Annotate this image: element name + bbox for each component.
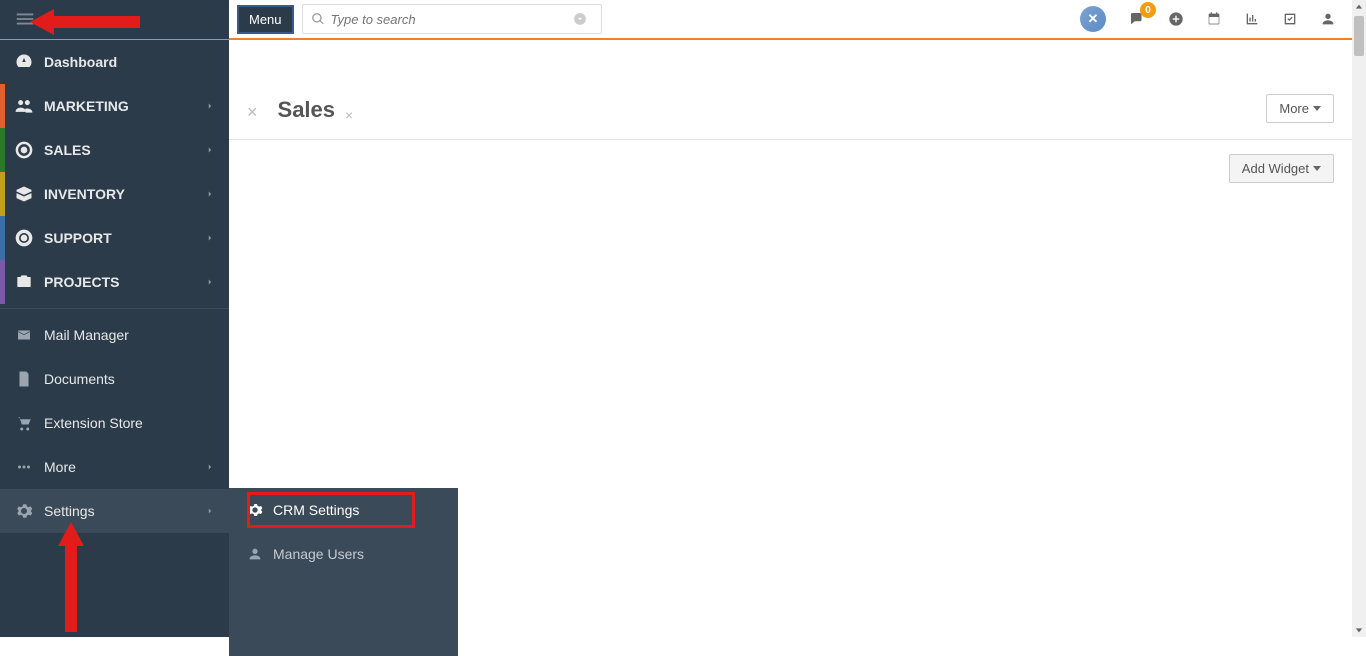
toolbar-row: Add Widget xyxy=(229,140,1352,197)
topbar-right: ✕ 0 xyxy=(1080,6,1352,32)
submenu-item-manage-users[interactable]: Manage Users xyxy=(229,532,458,576)
sidebar-label: INVENTORY xyxy=(44,186,205,202)
ellipsis-icon xyxy=(14,457,34,477)
lifering-icon xyxy=(14,228,34,248)
chevron-right-icon xyxy=(205,277,215,287)
sidebar: Dashboard MARKETING SALES INVENTORY SUPP… xyxy=(0,40,229,637)
sidebar-item-inventory[interactable]: INVENTORY xyxy=(0,172,229,216)
checkbox-icon[interactable] xyxy=(1282,11,1298,27)
boxes-icon xyxy=(14,184,34,204)
scrollbar[interactable] xyxy=(1352,0,1366,637)
accent-bar xyxy=(0,260,5,304)
topbar-main: Menu xyxy=(229,4,1080,34)
sidebar-item-sales[interactable]: SALES xyxy=(0,128,229,172)
sidebar-label: PROJECTS xyxy=(44,274,205,290)
scroll-up-icon[interactable] xyxy=(1352,0,1366,14)
sidebar-label: More xyxy=(44,459,205,475)
sidebar-label: MARKETING xyxy=(44,98,205,114)
target-icon xyxy=(14,140,34,160)
sidebar-item-settings[interactable]: Settings xyxy=(0,489,229,533)
sidebar-label: Dashboard xyxy=(44,54,215,70)
submenu-item-crm-settings[interactable]: CRM Settings xyxy=(229,488,458,532)
sidebar-item-support[interactable]: SUPPORT xyxy=(0,216,229,260)
more-label: More xyxy=(1279,101,1309,116)
sidebar-label: Settings xyxy=(44,503,205,519)
scroll-down-icon[interactable] xyxy=(1352,623,1366,637)
chevron-right-icon xyxy=(205,506,215,516)
scroll-thumb[interactable] xyxy=(1354,16,1364,56)
accent-bar xyxy=(0,172,5,216)
sidebar-label: SALES xyxy=(44,142,205,158)
sidebar-item-projects[interactable]: PROJECTS xyxy=(0,260,229,304)
sidebar-label: Mail Manager xyxy=(44,327,215,343)
caret-down-icon xyxy=(1313,106,1321,111)
mail-icon xyxy=(14,325,34,345)
page-header: × Sales × More xyxy=(229,40,1352,140)
chevron-right-icon xyxy=(205,233,215,243)
gauge-icon xyxy=(14,52,34,72)
sidebar-item-more[interactable]: More xyxy=(0,445,229,489)
accent-bar xyxy=(0,216,5,260)
gear-icon xyxy=(14,501,34,521)
calendar-icon[interactable] xyxy=(1206,11,1222,27)
briefcase-icon xyxy=(14,272,34,292)
more-button[interactable]: More xyxy=(1266,94,1334,123)
notification-badge: 0 xyxy=(1140,2,1156,18)
sidebar-label: Extension Store xyxy=(44,415,215,431)
menu-button[interactable]: Menu xyxy=(237,5,294,34)
sidebar-divider xyxy=(0,308,229,309)
chat-icon[interactable]: 0 xyxy=(1128,10,1146,28)
topbar: Menu ✕ 0 xyxy=(0,0,1352,40)
chart-icon[interactable] xyxy=(1244,11,1260,27)
user-icon xyxy=(247,546,263,562)
add-widget-label: Add Widget xyxy=(1242,161,1309,176)
sidebar-item-dashboard[interactable]: Dashboard xyxy=(0,40,229,84)
sidebar-label: SUPPORT xyxy=(44,230,205,246)
user-icon[interactable] xyxy=(1320,11,1336,27)
sidebar-item-mail[interactable]: Mail Manager xyxy=(0,313,229,357)
logo-icon[interactable]: ✕ xyxy=(1080,6,1106,32)
add-widget-button[interactable]: Add Widget xyxy=(1229,154,1334,183)
close-icon[interactable]: × xyxy=(247,102,258,123)
sidebar-item-marketing[interactable]: MARKETING xyxy=(0,84,229,128)
chevron-right-icon xyxy=(205,101,215,111)
search-input[interactable] xyxy=(331,12,573,27)
sidebar-label: Documents xyxy=(44,371,215,387)
chevron-right-icon xyxy=(205,189,215,199)
cart-icon xyxy=(14,413,34,433)
document-icon xyxy=(14,369,34,389)
submenu-label: Manage Users xyxy=(273,546,364,562)
users-icon xyxy=(14,96,34,116)
accent-bar xyxy=(0,84,5,128)
sidebar-header xyxy=(0,0,229,39)
gear-icon xyxy=(247,502,263,518)
chevron-right-icon xyxy=(205,145,215,155)
caret-down-icon xyxy=(1313,166,1321,171)
page-title: Sales xyxy=(278,97,336,123)
accent-bar xyxy=(0,128,5,172)
settings-submenu: CRM Settings Manage Users xyxy=(229,488,458,656)
sidebar-item-documents[interactable]: Documents xyxy=(0,357,229,401)
chevron-right-icon xyxy=(205,462,215,472)
search-box[interactable] xyxy=(302,4,602,34)
sidebar-item-extension-store[interactable]: Extension Store xyxy=(0,401,229,445)
submenu-label: CRM Settings xyxy=(273,502,359,518)
plus-icon[interactable] xyxy=(1168,11,1184,27)
hamburger-icon[interactable] xyxy=(14,8,36,30)
search-dropdown-icon[interactable] xyxy=(573,12,593,26)
close-icon[interactable]: × xyxy=(345,107,353,123)
